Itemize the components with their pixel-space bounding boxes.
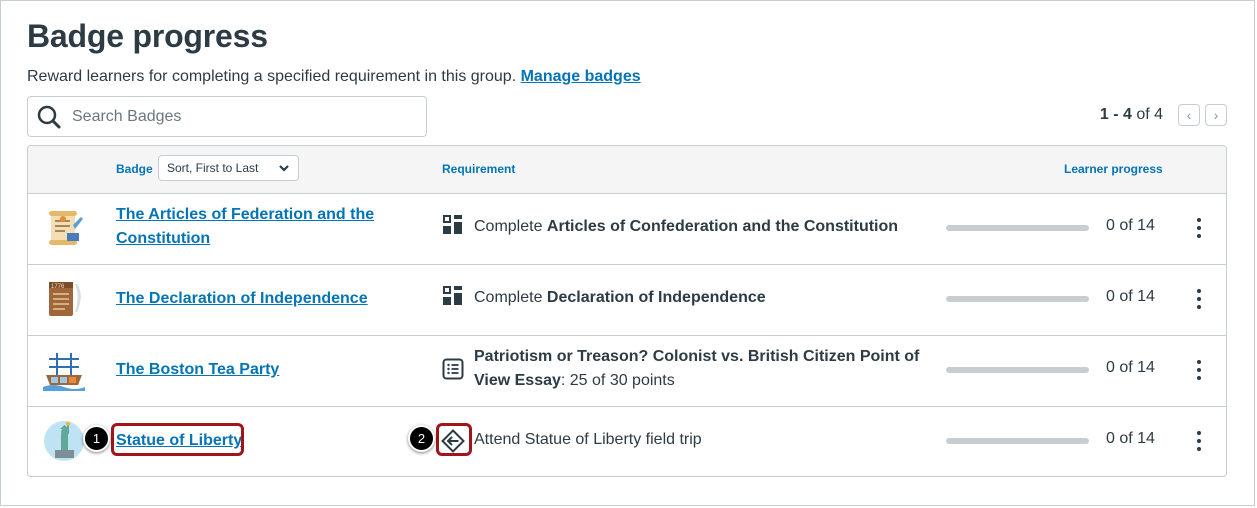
- statue-of-liberty-badge-icon: [44, 421, 84, 461]
- badge-link-line2: Constitution: [116, 230, 211, 247]
- table-row: 1776 The Declaration of Independence Com…: [28, 264, 1226, 336]
- subtitle-text: Reward learners for completing a specifi…: [27, 68, 517, 85]
- module-icon: [443, 286, 462, 305]
- search-icon: [37, 105, 61, 128]
- kebab-dot: [1197, 297, 1201, 301]
- kebab-dot: [1197, 368, 1201, 372]
- kebab-dot: [1197, 289, 1201, 293]
- scroll-document-badge-icon: [49, 211, 83, 245]
- kebab-dot: [1197, 439, 1201, 443]
- requirement-name: Articles of Confederation and the Consti…: [546, 218, 899, 235]
- search-input[interactable]: [70, 106, 394, 127]
- row-options-button[interactable]: [1191, 355, 1207, 385]
- progress-bar: [946, 225, 1089, 231]
- pagination: 1 - 4 of 4 ‹ ›: [1100, 104, 1227, 126]
- kebab-dot: [1197, 376, 1201, 380]
- badge-link-boston-tea-party[interactable]: The Boston Tea Party: [116, 358, 279, 382]
- requirement-name-line1: Patriotism or Treason? Colonist vs. Brit…: [474, 348, 920, 365]
- progress-bar: [946, 438, 1089, 444]
- kebab-dot: [1197, 305, 1201, 309]
- progress-bar: [946, 367, 1089, 373]
- kebab-dot: [1197, 218, 1201, 222]
- manage-badges-link[interactable]: Manage badges: [521, 68, 641, 85]
- badge-link-declaration[interactable]: The Declaration of Independence: [116, 287, 368, 311]
- page-title: Badge progress: [27, 18, 268, 54]
- search-box[interactable]: [27, 96, 427, 137]
- ship-badge-icon: [43, 353, 85, 391]
- previous-page-button[interactable]: ‹: [1178, 104, 1200, 126]
- kebab-dot: [1197, 447, 1201, 451]
- requirement-description: Attend Statue of Liberty field trip: [474, 431, 702, 448]
- requirement-text: Complete Declaration of Independence: [474, 286, 766, 310]
- pagination-range: 1 - 4: [1099, 106, 1132, 123]
- column-header-requirement: Requirement: [442, 162, 516, 176]
- page-subtitle: Reward learners for completing a specifi…: [27, 68, 641, 86]
- kebab-dot: [1197, 360, 1201, 364]
- requirement-text: Attend Statue of Liberty field trip: [474, 428, 702, 452]
- badge-link-articles[interactable]: The Articles of Federation and the Const…: [116, 203, 374, 251]
- callout-marker-2: 2: [408, 425, 435, 452]
- progress-bar: [946, 296, 1089, 302]
- sort-select[interactable]: Sort, First to Last: [158, 155, 299, 181]
- pagination-total: of 4: [1136, 106, 1163, 123]
- table-row: The Articles of Federation and the Const…: [28, 193, 1226, 265]
- svg-text:1776: 1776: [51, 284, 65, 290]
- kebab-dot: [1197, 234, 1201, 238]
- highlight-requirement-icon: [436, 423, 472, 456]
- requirement-score: : 25 of 30 points: [560, 372, 675, 389]
- progress-count: 0 of 14: [1106, 217, 1155, 234]
- column-header-badge[interactable]: Badge: [116, 162, 153, 176]
- table-header: Badge Sort, First to Last Requirement Le…: [28, 146, 1226, 194]
- row-options-button[interactable]: [1191, 284, 1207, 314]
- assignment-icon: [442, 358, 464, 380]
- table-row: The Boston Tea Party Patriotism or Treas…: [28, 335, 1226, 407]
- callout-marker-1: 1: [83, 425, 110, 452]
- row-options-button[interactable]: [1191, 213, 1207, 243]
- kebab-dot: [1197, 431, 1201, 435]
- module-icon: [443, 215, 462, 234]
- requirement-text: Complete Articles of Confederation and t…: [474, 215, 898, 239]
- requirement-prefix: Complete: [474, 218, 547, 235]
- requirement-name-line2: View Essay: [474, 372, 561, 389]
- pagination-label: 1 - 4 of 4: [1100, 106, 1163, 124]
- progress-count: 0 of 14: [1106, 430, 1155, 447]
- next-page-button[interactable]: ›: [1205, 104, 1227, 126]
- badge-link-line1: The Articles of Federation and the: [116, 206, 375, 223]
- sort-select-value: Sort, First to Last: [167, 161, 259, 175]
- progress-count: 0 of 14: [1106, 288, 1155, 305]
- requirement-name: Declaration of Independence: [546, 289, 766, 306]
- declaration-scroll-badge-icon: 1776: [49, 282, 81, 316]
- requirement-prefix: Complete: [474, 289, 547, 306]
- kebab-dot: [1197, 226, 1201, 230]
- progress-count: 0 of 14: [1106, 359, 1155, 376]
- row-options-button[interactable]: [1191, 426, 1207, 456]
- chevron-down-icon: [279, 165, 289, 172]
- column-header-learner-progress: Learner progress: [1064, 162, 1163, 176]
- highlight-badge-link: [111, 423, 244, 456]
- chevron-right-icon: ›: [1213, 107, 1219, 123]
- requirement-text: Patriotism or Treason? Colonist vs. Brit…: [474, 345, 919, 393]
- chevron-left-icon: ‹: [1186, 107, 1192, 123]
